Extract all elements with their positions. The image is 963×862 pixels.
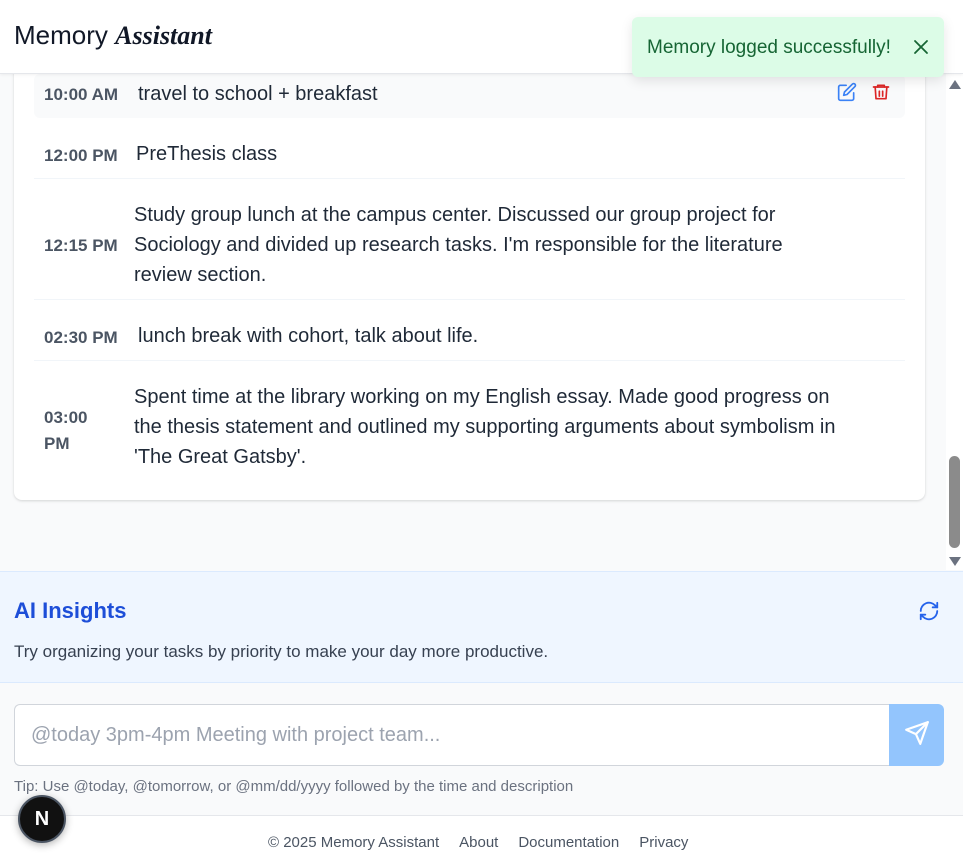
entry-time: 12:15 PM	[44, 236, 118, 255]
memory-composer	[14, 704, 944, 766]
entry-time: 12:00 PM	[44, 146, 118, 165]
entry-description: PreThesis class	[136, 143, 278, 165]
dev-tools-badge[interactable]: N	[18, 795, 66, 843]
timeline-card: 10:00 AM travel to school + breakfast 12…	[14, 40, 925, 500]
entry-description: travel to school + breakfast	[138, 83, 378, 105]
scroll-down-arrow-icon[interactable]	[949, 557, 961, 566]
timeline-entry[interactable]: 03:00 PM Spent time at the library worki…	[34, 362, 905, 482]
scrollbar-thumb[interactable]	[949, 456, 960, 548]
footer-link-privacy[interactable]: Privacy	[639, 834, 688, 851]
success-toast: Memory logged successfully!	[632, 17, 944, 77]
input-tip: Tip: Use @today, @tomorrow, or @mm/dd/yy…	[14, 778, 574, 795]
timeline-entry[interactable]: 10:00 AM travel to school + breakfast	[34, 74, 905, 118]
footer-link-documentation[interactable]: Documentation	[518, 834, 619, 851]
trash-icon[interactable]	[871, 82, 891, 102]
entry-time: 10:00 AM	[44, 85, 119, 104]
send-button[interactable]	[889, 704, 944, 766]
badge-letter: N	[34, 807, 50, 830]
footer-link-about[interactable]: About	[459, 834, 498, 851]
entry-time: 03:00 PM	[44, 408, 88, 453]
insights-title: AI Insights	[14, 598, 127, 623]
page-footer: © 2025 Memory Assistant About Documentat…	[0, 815, 963, 862]
close-icon[interactable]	[912, 38, 930, 56]
entry-description: Study group lunch at the campus center. …	[134, 204, 783, 286]
scroll-up-arrow-icon[interactable]	[949, 80, 961, 89]
send-icon	[904, 720, 930, 751]
timeline-entry[interactable]: 12:00 PM PreThesis class	[34, 120, 905, 179]
edit-icon[interactable]	[837, 82, 857, 102]
app-logo[interactable]: Memory Assistant	[14, 20, 212, 51]
refresh-icon[interactable]	[918, 600, 940, 622]
footer-copyright: © 2025 Memory Assistant	[268, 834, 440, 851]
timeline-entry[interactable]: 02:30 PM lunch break with cohort, talk a…	[34, 301, 905, 361]
logo-word-memory: Memory	[14, 20, 108, 50]
timeline-entry[interactable]: 12:15 PM Study group lunch at the campus…	[34, 180, 905, 300]
entry-description: Spent time at the library working on my …	[134, 386, 836, 468]
memory-input[interactable]	[14, 704, 889, 766]
toast-message: Memory logged successfully!	[647, 37, 891, 58]
entry-time: 02:30 PM	[44, 328, 118, 347]
entry-description: lunch break with cohort, talk about life…	[138, 325, 479, 347]
logo-word-assistant: Assistant	[115, 21, 212, 50]
scrollbar[interactable]	[946, 74, 963, 570]
insights-text: Try organizing your tasks by priority to…	[14, 642, 549, 661]
ai-insights-panel: AI Insights Try organizing your tasks by…	[0, 571, 963, 683]
